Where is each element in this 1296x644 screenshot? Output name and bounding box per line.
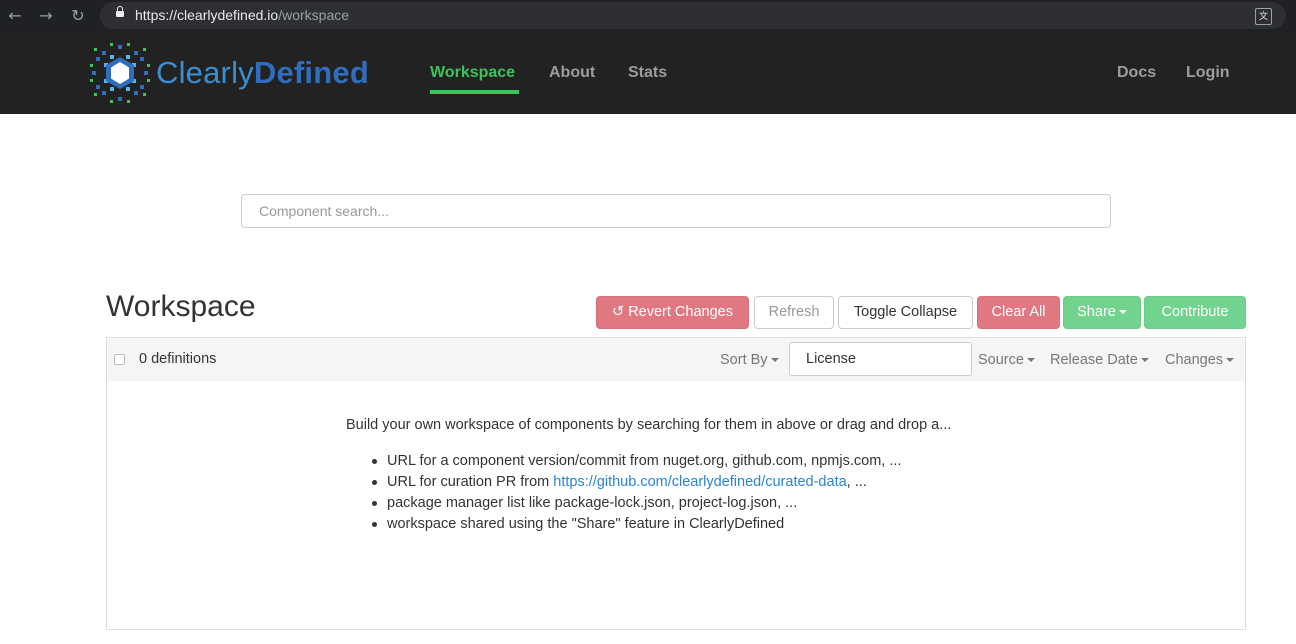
lock-icon — [116, 6, 124, 17]
undo-icon: ↺ — [612, 304, 625, 320]
caret-down-icon — [1118, 310, 1127, 315]
caret-down-icon — [770, 358, 779, 363]
caret-down-icon — [1026, 358, 1035, 363]
forward-arrow-icon[interactable]: → — [37, 7, 55, 25]
caret-down-icon — [1226, 358, 1235, 363]
empty-state-intro: Build your own workspace of components b… — [346, 417, 952, 433]
tip-item: workspace shared using the "Share" featu… — [369, 514, 901, 535]
source-filter-label: Source — [978, 352, 1024, 368]
component-search-input[interactable] — [241, 194, 1111, 228]
nav-active-indicator — [430, 90, 519, 94]
clear-all-button[interactable]: Clear All — [977, 296, 1060, 329]
nav-workspace[interactable]: Workspace — [430, 64, 515, 82]
definitions-count: 0 definitions — [139, 351, 217, 367]
nav-login[interactable]: Login — [1186, 64, 1230, 82]
nav-stats[interactable]: Stats — [628, 64, 667, 82]
release-date-filter-dropdown[interactable]: Release Date — [1050, 352, 1149, 368]
contribute-button[interactable]: Contribute — [1144, 296, 1246, 329]
definitions-toolbar: 0 definitions Sort By Source Release Dat… — [107, 338, 1245, 381]
page-title: Workspace — [106, 290, 256, 323]
url-text: https://clearlydefined.io/workspace — [135, 7, 350, 23]
logo-text: ClearlyDefined — [156, 55, 369, 90]
caret-down-icon — [1140, 358, 1149, 363]
source-filter-dropdown[interactable]: Source — [978, 352, 1035, 368]
revert-changes-button[interactable]: ↺ Revert Changes — [596, 296, 749, 329]
changes-filter-dropdown[interactable]: Changes — [1165, 352, 1235, 368]
release-date-filter-label: Release Date — [1050, 352, 1138, 368]
tip-text: , ... — [846, 474, 867, 490]
select-all-checkbox[interactable] — [114, 354, 125, 365]
refresh-button[interactable]: Refresh — [754, 296, 834, 329]
logo-hexagon-icon — [90, 43, 150, 103]
tip-item: URL for curation PR from https://github.… — [369, 472, 901, 493]
nav-docs[interactable]: Docs — [1117, 64, 1156, 82]
curated-data-link[interactable]: https://github.com/clearlydefined/curate… — [553, 474, 846, 490]
license-filter-input[interactable] — [789, 342, 972, 376]
toggle-collapse-button[interactable]: Toggle Collapse — [838, 296, 973, 329]
empty-state-tips: URL for a component version/commit from … — [369, 451, 901, 535]
address-bar[interactable]: https://clearlydefined.io/workspace 文 — [100, 2, 1286, 29]
browser-toolbar: ← → ↻ https://clearlydefined.io/workspac… — [0, 0, 1296, 33]
tip-text: URL for curation PR from — [387, 474, 554, 490]
revert-changes-label: Revert Changes — [628, 304, 733, 320]
share-label: Share — [1077, 304, 1116, 320]
back-arrow-icon[interactable]: ← — [6, 7, 24, 25]
definitions-panel: 0 definitions Sort By Source Release Dat… — [106, 337, 1246, 630]
changes-filter-label: Changes — [1165, 352, 1224, 368]
clearlydefined-logo[interactable]: ClearlyDefined — [90, 43, 390, 103]
sort-by-dropdown[interactable]: Sort By — [720, 352, 779, 368]
site-header: ClearlyDefined Workspace About Stats Doc… — [0, 33, 1296, 114]
nav-about[interactable]: About — [549, 64, 595, 82]
tip-item: package manager list like package-lock.j… — [369, 493, 901, 514]
share-dropdown-button[interactable]: Share — [1063, 296, 1141, 329]
sort-by-label: Sort By — [720, 352, 768, 368]
translate-icon[interactable]: 文 — [1255, 8, 1272, 25]
reload-icon[interactable]: ↻ — [69, 7, 87, 25]
tip-item: URL for a component version/commit from … — [369, 451, 901, 472]
